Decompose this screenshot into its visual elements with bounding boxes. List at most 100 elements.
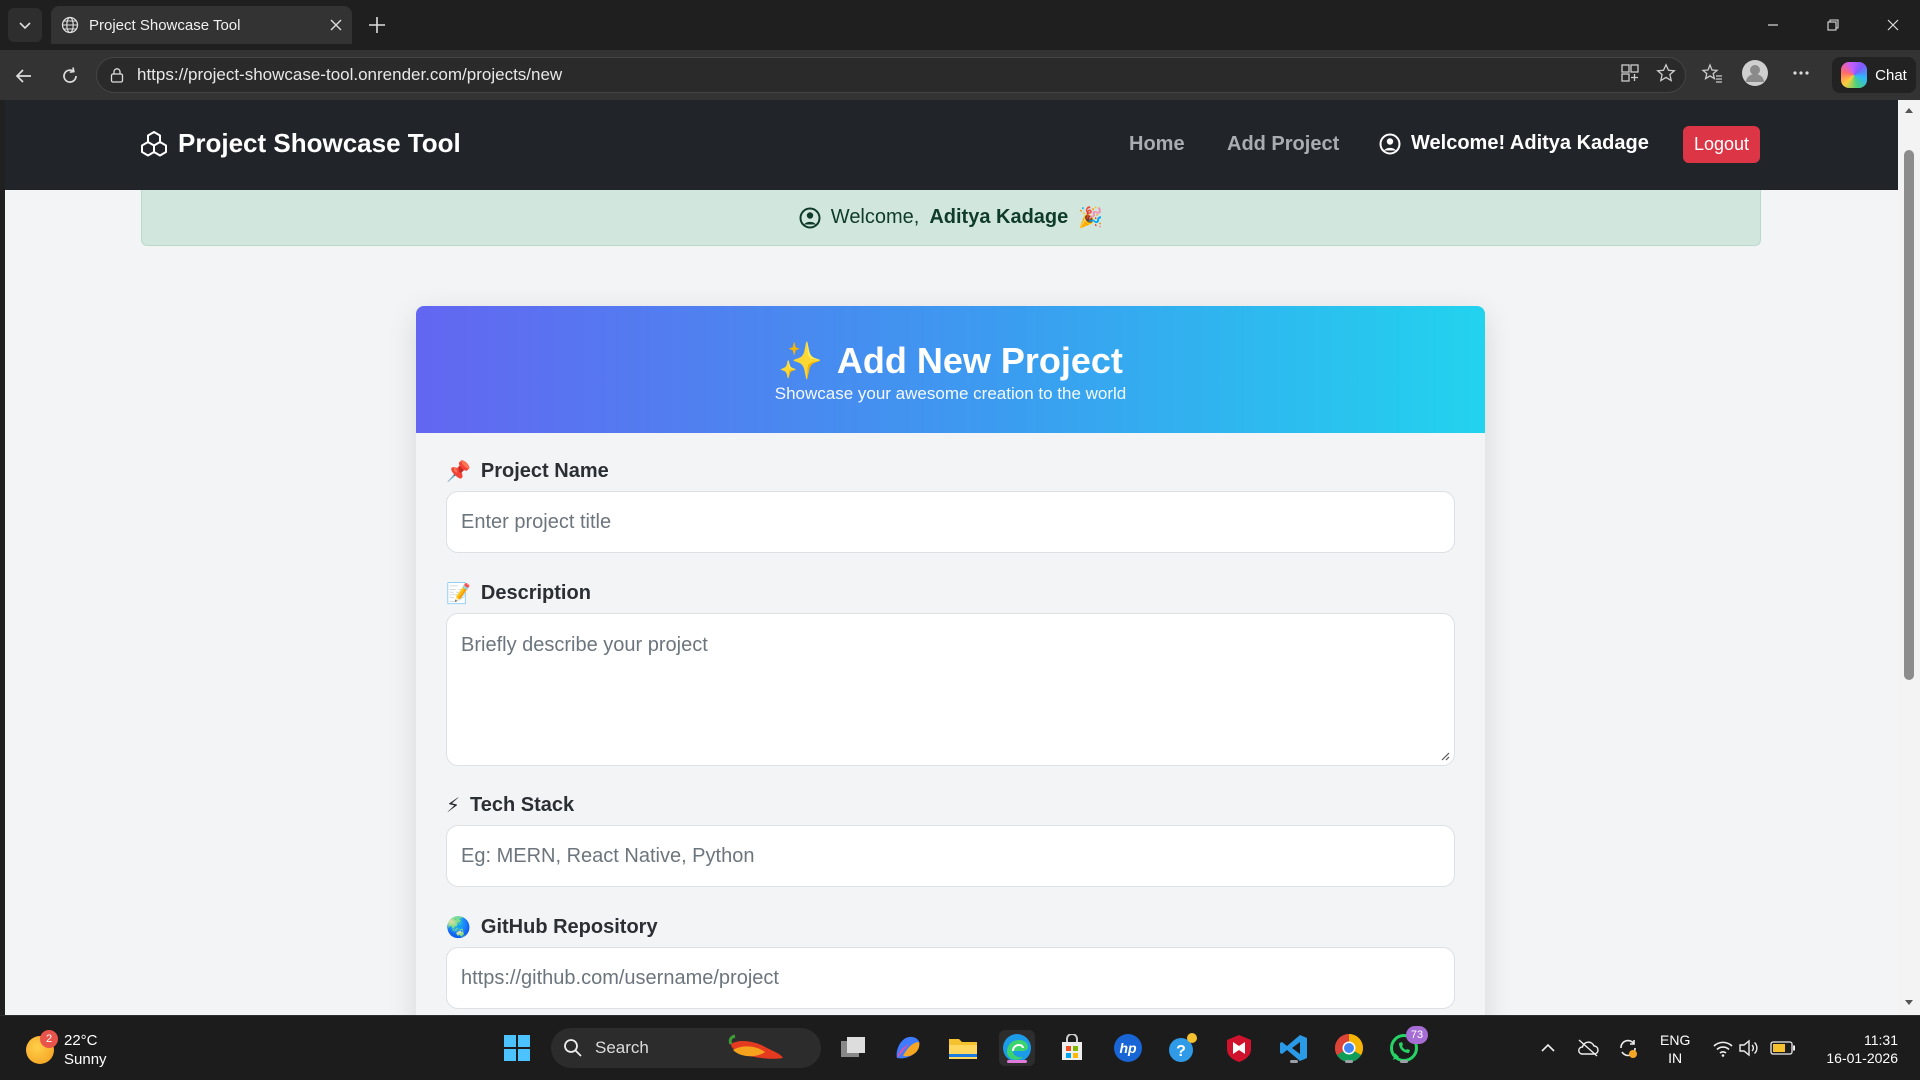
browser-tab[interactable]: Project Showcase Tool (51, 6, 352, 44)
party-popper-icon: 🎉 (1078, 207, 1104, 229)
more-options-icon[interactable] (1786, 58, 1816, 88)
page-subtitle: Showcase your awesome creation to the wo… (774, 383, 1127, 403)
arrow-left-icon (15, 69, 31, 83)
volume-icon[interactable] (1736, 1036, 1762, 1060)
github-repo-label-text: GitHub Repository (480, 916, 658, 938)
back-button[interactable] (8, 60, 40, 92)
project-name-label: 📌 Project Name (446, 459, 609, 484)
search-label: Search (595, 1038, 649, 1057)
description-textarea[interactable]: Briefly describe your project (446, 613, 1455, 766)
refresh-button[interactable] (54, 60, 86, 92)
whatsapp-badge: 73 (1406, 1026, 1428, 1044)
edge-browser-icon[interactable] (999, 1030, 1035, 1066)
copilot-icon (1841, 62, 1868, 88)
scrollbar-thumb[interactable] (1904, 150, 1914, 680)
weather-badge: 2 (40, 1030, 58, 1048)
boxes-logo-icon (141, 130, 167, 156)
language-code: ENG (1660, 1032, 1691, 1048)
temperature: 22°C (64, 1032, 98, 1049)
memo-icon: 📝 (446, 583, 471, 605)
tech-stack-label: ⚡ Tech Stack (446, 793, 574, 818)
card-header: ✨ Add New Project Showcase your awesome … (416, 306, 1485, 433)
show-hidden-icons-icon[interactable] (1535, 1036, 1561, 1060)
plus-icon (369, 17, 385, 33)
new-tab-button[interactable] (362, 10, 392, 40)
file-explorer-icon[interactable] (945, 1030, 981, 1066)
project-name-input[interactable]: Enter project title (446, 491, 1455, 553)
resize-grip-icon[interactable] (1440, 751, 1450, 761)
restore-button[interactable] (1810, 0, 1856, 50)
tech-stack-input[interactable]: Eg: MERN, React Native, Python (446, 825, 1455, 887)
minimize-button[interactable] (1750, 0, 1796, 50)
region-code: IN (1668, 1050, 1683, 1066)
user-welcome-text: Welcome! Aditya Kadage (1411, 132, 1649, 154)
microsoft-store-icon[interactable] (1054, 1030, 1090, 1066)
vscode-icon[interactable] (1276, 1030, 1312, 1066)
project-name-label-text: Project Name (480, 460, 609, 482)
site-info-icon[interactable] (109, 67, 125, 83)
active-indicator (1007, 1060, 1027, 1063)
tab-list-button[interactable] (8, 8, 42, 42)
favorite-star-icon[interactable] (1651, 58, 1681, 88)
clock-time: 11:31 (1864, 1032, 1898, 1048)
welcome-user-name: Aditya Kadage (929, 206, 1069, 228)
battery-icon[interactable] (1770, 1036, 1796, 1060)
favorites-icon[interactable] (1697, 58, 1727, 88)
app-available-icon[interactable] (1615, 58, 1645, 88)
tab-title: Project Showcase Tool (89, 16, 241, 34)
github-repo-label: 🌏 GitHub Repository (446, 915, 658, 940)
weather-condition: Sunny (64, 1051, 107, 1068)
nav-home-link[interactable]: Home (1129, 133, 1185, 156)
help-app-icon[interactable]: ? (1165, 1030, 1201, 1066)
running-indicator (1290, 1060, 1298, 1063)
windows-taskbar: 2 22°C Sunny Search hp ? 73 ENG IN 11:31… (0, 1015, 1920, 1080)
pushpin-icon: 📌 (446, 461, 471, 483)
close-window-button[interactable] (1870, 0, 1916, 50)
profile-avatar-icon[interactable] (1740, 58, 1770, 88)
minimize-icon (1768, 24, 1778, 26)
brand-link[interactable]: Project Showcase Tool (140, 128, 461, 159)
running-indicator (1400, 1060, 1408, 1063)
tech-stack-label-text: Tech Stack (470, 794, 575, 816)
description-placeholder: Briefly describe your project (461, 634, 708, 656)
user-circle-icon (799, 207, 821, 228)
taskbar-search[interactable]: Search (551, 1028, 821, 1068)
sync-icon[interactable] (1615, 1036, 1641, 1060)
whatsapp-icon[interactable]: 73 (1386, 1026, 1428, 1066)
address-bar[interactable]: https://project-showcase-tool.onrender.c… (96, 57, 1686, 93)
close-tab-icon[interactable] (330, 19, 342, 31)
page-title: ✨ Add New Project (778, 340, 1123, 382)
scroll-up-icon[interactable] (1903, 104, 1915, 116)
browser-toolbar: https://project-showcase-tool.onrender.c… (0, 50, 1920, 100)
task-view-icon[interactable] (836, 1030, 872, 1066)
clock-date: 16-01-2026 (1826, 1050, 1898, 1066)
hp-app-icon[interactable]: hp (1110, 1030, 1146, 1066)
user-circle-icon (1379, 133, 1401, 154)
chevron-down-icon (19, 22, 31, 30)
sparkles-icon: ✨ (778, 339, 823, 381)
system-clock[interactable]: 11:31 16-01-2026 (1818, 1031, 1898, 1067)
svg-text:hp: hp (1119, 1040, 1137, 1056)
url-text: https://project-showcase-tool.onrender.c… (137, 65, 563, 84)
weather-widget[interactable]: 2 22°C Sunny (26, 1030, 107, 1069)
globe-icon (61, 16, 79, 34)
start-button[interactable] (499, 1030, 535, 1066)
app-navbar: Project Showcase Tool Home Add Project W… (5, 100, 1898, 190)
wifi-icon[interactable] (1710, 1036, 1736, 1060)
copilot-app-icon[interactable] (890, 1030, 926, 1066)
nav-add-project-link[interactable]: Add Project (1227, 133, 1339, 156)
page-scrollbar[interactable] (1898, 100, 1920, 1015)
language-indicator[interactable]: ENG IN (1660, 1031, 1690, 1067)
welcome-prefix: Welcome, (830, 206, 920, 228)
scroll-down-icon[interactable] (1903, 997, 1915, 1009)
refresh-icon (63, 67, 77, 83)
add-project-card: ✨ Add New Project Showcase your awesome … (416, 306, 1485, 1015)
windows-logo-icon (504, 1035, 530, 1061)
cloud-offline-icon[interactable] (1575, 1036, 1601, 1060)
description-label: 📝 Description (446, 581, 591, 606)
mcafee-icon[interactable] (1221, 1030, 1257, 1066)
logout-button[interactable]: Logout (1683, 126, 1760, 163)
copilot-chat-button[interactable]: Chat (1832, 57, 1916, 93)
chrome-icon[interactable] (1331, 1030, 1367, 1066)
github-repo-input[interactable]: https://github.com/username/project (446, 947, 1455, 1009)
